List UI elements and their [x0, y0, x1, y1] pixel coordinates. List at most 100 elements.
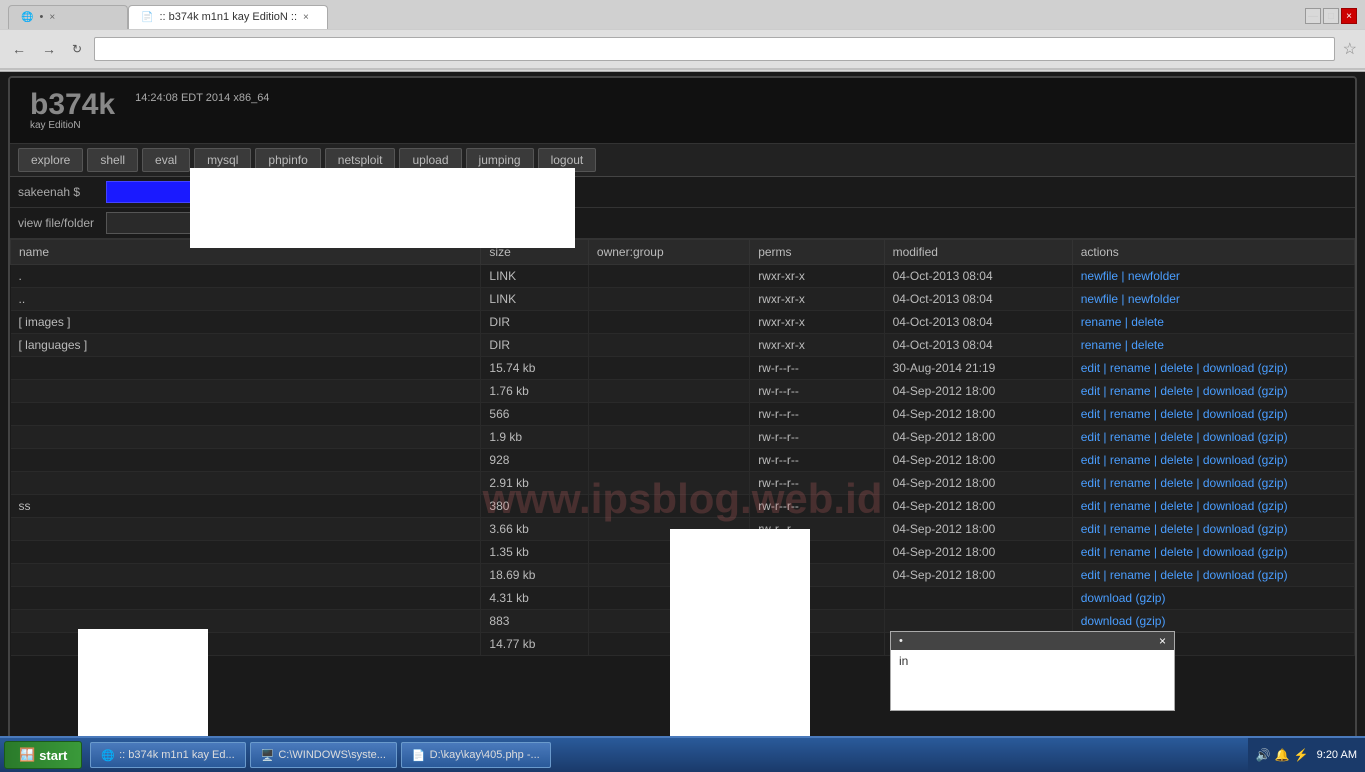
action-link[interactable]: rename [1110, 361, 1151, 375]
cell-size: DIR [481, 311, 589, 334]
cell-actions: rename | delete [1072, 334, 1354, 357]
taskbar-clock: 9:20 AM [1317, 749, 1357, 761]
action-link[interactable]: edit [1081, 430, 1100, 444]
cell-modified: 04-Sep-2012 18:00 [884, 403, 1072, 426]
action-link[interactable]: rename [1110, 430, 1151, 444]
action-link[interactable]: download (gzip) [1203, 407, 1288, 421]
cell-perms: rw-r--r-- [750, 357, 884, 380]
action-link[interactable]: download (gzip) [1203, 522, 1288, 536]
browser-tab-inactive[interactable]: 🌐 • × [8, 5, 128, 29]
window-close-button[interactable]: × [1341, 8, 1357, 24]
action-link[interactable]: delete [1131, 315, 1164, 329]
table-row: 928 rw-r--r-- 04-Sep-2012 18:00 edit | r… [11, 449, 1355, 472]
cell-size: 380 [481, 495, 589, 518]
action-link[interactable]: newfile [1081, 292, 1118, 306]
action-link[interactable]: download (gzip) [1203, 384, 1288, 398]
action-link[interactable]: edit [1081, 453, 1100, 467]
action-link[interactable]: newfile [1081, 269, 1118, 283]
table-row: 15.74 kb rw-r--r-- 30-Aug-2014 21:19 edi… [11, 357, 1355, 380]
edition-badge: kay EditioN [30, 120, 81, 131]
address-bar-input[interactable] [94, 37, 1335, 61]
bottom-popup-title-text: • [899, 635, 903, 647]
tab-close-inactive[interactable]: × [49, 12, 55, 23]
nav-shell[interactable]: shell [87, 148, 138, 172]
action-link[interactable]: download (gzip) [1203, 361, 1288, 375]
table-row: 2.91 kb rw-r--r-- 04-Sep-2012 18:00 edit… [11, 472, 1355, 495]
action-link[interactable]: rename [1110, 453, 1151, 467]
action-link[interactable]: download (gzip) [1203, 453, 1288, 467]
bottom-popup-close-button[interactable]: × [1159, 634, 1166, 648]
taskbar-item-0[interactable]: 🌐 :: b374k m1n1 kay Ed... [90, 742, 245, 768]
action-link[interactable]: edit [1081, 476, 1100, 490]
taskbar-item-1[interactable]: 🖥️ C:\WINDOWS\syste... [250, 742, 397, 768]
cell-name [11, 426, 481, 449]
window-minimize-button[interactable]: — [1305, 8, 1321, 24]
action-link[interactable]: rename [1110, 545, 1151, 559]
action-link[interactable]: edit [1081, 545, 1100, 559]
action-link[interactable]: rename [1110, 522, 1151, 536]
action-link[interactable]: rename [1110, 568, 1151, 582]
action-link[interactable]: delete [1160, 361, 1193, 375]
nav-eval[interactable]: eval [142, 148, 190, 172]
cell-modified [884, 587, 1072, 610]
action-link[interactable]: delete [1160, 384, 1193, 398]
table-row: . LINK rwxr-xr-x 04-Oct-2013 08:04 newfi… [11, 265, 1355, 288]
nav-explore[interactable]: explore [18, 148, 83, 172]
action-link[interactable]: edit [1081, 384, 1100, 398]
action-link[interactable]: delete [1160, 568, 1193, 582]
col-modified: modified [884, 240, 1072, 265]
browser-tab-active[interactable]: 📄 :: b374k m1n1 kay EditioN :: × [128, 5, 328, 29]
table-row: ss 380 rw-r--r-- 04-Sep-2012 18:00 edit … [11, 495, 1355, 518]
bookmark-star-button[interactable]: ☆ [1343, 39, 1357, 59]
owner-overlay [670, 529, 810, 756]
action-link[interactable]: edit [1081, 361, 1100, 375]
action-link[interactable]: newfolder [1128, 269, 1180, 283]
cell-modified: 04-Sep-2012 18:00 [884, 541, 1072, 564]
action-link[interactable]: delete [1160, 430, 1193, 444]
sakeenah-label: sakeenah $ [18, 185, 98, 199]
action-link[interactable]: download (gzip) [1081, 591, 1166, 605]
action-link[interactable]: edit [1081, 499, 1100, 513]
action-link[interactable]: delete [1131, 338, 1164, 352]
action-link[interactable]: delete [1160, 499, 1193, 513]
action-link[interactable]: download (gzip) [1081, 614, 1166, 628]
action-link[interactable]: rename [1081, 315, 1122, 329]
action-link[interactable]: delete [1160, 476, 1193, 490]
action-link[interactable]: delete [1160, 522, 1193, 536]
col-owner: owner:group [588, 240, 749, 265]
action-link[interactable]: delete [1160, 407, 1193, 421]
action-link[interactable]: rename [1110, 499, 1151, 513]
action-link[interactable]: download (gzip) [1203, 430, 1288, 444]
action-link[interactable]: rename [1110, 476, 1151, 490]
action-link[interactable]: download (gzip) [1203, 476, 1288, 490]
cell-owner [588, 311, 749, 334]
action-link[interactable]: delete [1160, 545, 1193, 559]
action-link[interactable]: edit [1081, 522, 1100, 536]
taskbar-item-2[interactable]: 📄 D:\kay\kay\405.php -... [401, 742, 551, 768]
action-link[interactable]: download (gzip) [1203, 499, 1288, 513]
refresh-button[interactable]: ↻ [68, 40, 86, 58]
cell-perms: rw-r--r-- [750, 472, 884, 495]
action-link[interactable]: newfolder [1128, 292, 1180, 306]
file-table-container[interactable]: www.ipsblog.web.id name size owner:group… [10, 239, 1355, 756]
tab-close-active[interactable]: × [303, 12, 309, 23]
action-link[interactable]: edit [1081, 407, 1100, 421]
action-link[interactable]: edit [1081, 568, 1100, 582]
cell-size: 18.69 kb [481, 564, 589, 587]
window-maximize-button[interactable]: □ [1323, 8, 1339, 24]
action-link[interactable]: rename [1110, 407, 1151, 421]
cell-size: 566 [481, 403, 589, 426]
forward-button[interactable]: → [38, 39, 60, 59]
start-button[interactable]: 🪟 start [4, 741, 82, 769]
cell-size: 1.76 kb [481, 380, 589, 403]
action-link[interactable]: delete [1160, 453, 1193, 467]
cell-modified: 04-Sep-2012 18:00 [884, 380, 1072, 403]
back-button[interactable]: ← [8, 39, 30, 59]
cell-owner [588, 403, 749, 426]
cell-modified: 04-Sep-2012 18:00 [884, 495, 1072, 518]
cell-name [11, 380, 481, 403]
action-link[interactable]: rename [1110, 384, 1151, 398]
action-link[interactable]: rename [1081, 338, 1122, 352]
action-link[interactable]: download (gzip) [1203, 568, 1288, 582]
action-link[interactable]: download (gzip) [1203, 545, 1288, 559]
